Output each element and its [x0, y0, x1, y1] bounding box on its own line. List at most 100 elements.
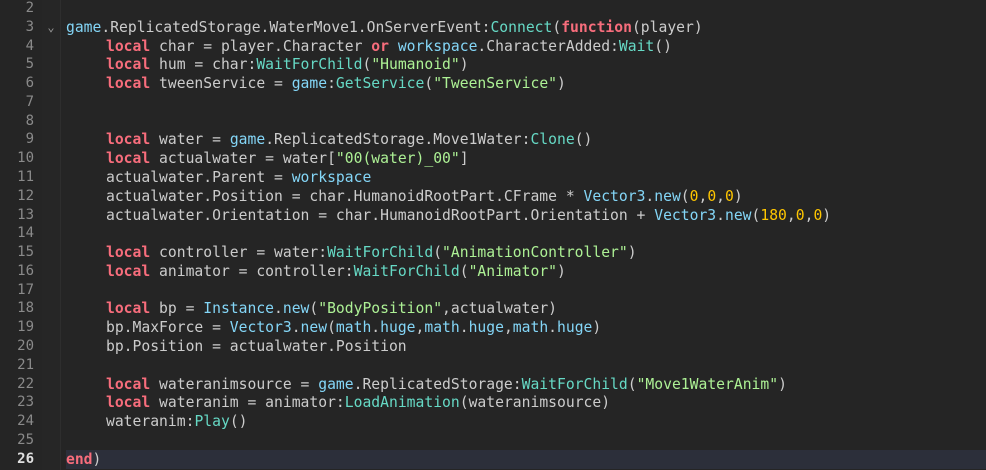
token-string: "AnimationController": [442, 244, 628, 262]
token-keyword: local: [106, 244, 151, 262]
token-text: (: [680, 187, 690, 205]
token-text: .: [274, 300, 283, 318]
token-text: (: [309, 300, 319, 318]
token-keyword: or: [371, 37, 389, 55]
token-method: GetService: [335, 75, 425, 93]
code-line[interactable]: 24 wateranim:Play(): [0, 412, 986, 431]
token-global: game: [291, 75, 328, 93]
line-number: 6: [25, 75, 34, 92]
token-text: bp.MaxForce =: [106, 319, 230, 337]
code-line[interactable]: 19 bp.MaxForce = Vector3.new(math.huge,ma…: [0, 318, 986, 337]
code-text[interactable]: local wateranimsource = game.ReplicatedS…: [66, 375, 986, 394]
token-global: huge: [557, 319, 593, 337]
code-text[interactable]: wateranim:Play(): [66, 412, 986, 431]
code-editor[interactable]: 2 3 ⌄ game.ReplicatedStorage.WaterMove1.OnS…: [0, 0, 986, 470]
token-text: ,actualwater): [442, 300, 558, 318]
token-method: Wait: [618, 37, 655, 55]
code-text[interactable]: game.ReplicatedStorage.WaterMove1.OnServ…: [66, 18, 986, 37]
code-line[interactable]: 7: [0, 93, 986, 112]
code-line[interactable]: 25: [0, 431, 986, 450]
token-keyword: function: [561, 18, 632, 36]
code-text[interactable]: actualwater.Position = char.HumanoidRoot…: [66, 187, 986, 206]
token-global: game: [318, 375, 354, 393]
line-number: 19: [17, 319, 34, 336]
token-text: hum = char:: [150, 56, 257, 74]
token-text: (wateranimsource): [459, 394, 611, 412]
code-line[interactable]: 12 actualwater.Position = char.HumanoidRo…: [0, 187, 986, 206]
line-number: 26: [17, 450, 34, 467]
code-text[interactable]: bp.Position = actualwater.Position: [66, 337, 986, 356]
token-text: :: [327, 75, 336, 93]
token-text: (: [459, 262, 469, 280]
code-text[interactable]: actualwater.Orientation = char.HumanoidR…: [66, 206, 986, 225]
token-text: (: [424, 75, 434, 93]
code-text[interactable]: bp.MaxForce = Vector3.new(math.huge,math…: [66, 318, 986, 337]
token-keyword: local: [106, 131, 151, 149]
line-number: 23: [17, 394, 34, 411]
code-line[interactable]: 8: [0, 112, 986, 131]
line-number: 11: [17, 169, 34, 186]
token-text: bp.Position = actualwater.Position: [106, 338, 407, 356]
code-line[interactable]: 22 local wateranimsource = game.Replicate…: [0, 375, 986, 394]
token-text: (: [552, 18, 562, 36]
code-text[interactable]: local actualwater = water["00(water)_00"…: [66, 149, 986, 168]
token-text: ): [627, 244, 637, 262]
code-line[interactable]: 26 end): [0, 449, 986, 469]
line-number: 8: [25, 112, 34, 129]
token-global: Instance: [203, 300, 275, 318]
token-global: math: [424, 319, 460, 337]
line-number: 5: [25, 56, 34, 73]
code-line[interactable]: 3 ⌄ game.ReplicatedStorage.WaterMove1.OnSe…: [0, 18, 986, 37]
code-text[interactable]: local animator = controller:WaitForChild…: [66, 262, 986, 281]
code-line[interactable]: 18 local bp = Instance.new("BodyPosition"…: [0, 299, 986, 318]
code-line[interactable]: 16 local animator = controller:WaitForChi…: [0, 262, 986, 281]
code-line[interactable]: 6 local tweenService = game:GetService("T…: [0, 74, 986, 93]
code-text[interactable]: local tweenService = game:GetService("Tw…: [66, 74, 986, 93]
token-text: actualwater = water[: [150, 150, 336, 168]
line-number: 18: [17, 300, 34, 317]
code-line[interactable]: 21: [0, 356, 986, 375]
code-line[interactable]: 13 actualwater.Orientation = char.Humanoi…: [0, 206, 986, 225]
token-keyword: local: [106, 262, 151, 280]
token-text: actualwater.Parent =: [106, 169, 292, 187]
code-text[interactable]: local bp = Instance.new("BodyPosition",a…: [66, 299, 986, 318]
token-keyword: end: [66, 450, 93, 468]
code-line[interactable]: 5 local hum = char:WaitForChild("Humanoid…: [0, 55, 986, 74]
token-text: wateranim = animator:: [150, 394, 345, 412]
token-global: huge: [468, 319, 504, 337]
code-line[interactable]: 23 local wateranim = animator:LoadAnimati…: [0, 393, 986, 412]
code-line[interactable]: 9 local water = game.ReplicatedStorage.Mo…: [0, 130, 986, 149]
token-global: new: [282, 300, 310, 318]
line-number: 12: [17, 187, 34, 204]
code-line[interactable]: 14: [0, 224, 986, 243]
token-text: (: [362, 56, 372, 74]
code-text[interactable]: actualwater.Parent = workspace: [66, 168, 986, 187]
line-number: 15: [17, 244, 34, 261]
token-text: .: [371, 319, 381, 337]
token-method: Play: [194, 413, 230, 431]
token-number: 0: [725, 187, 734, 205]
token-text: .ReplicatedStorage.Move1Water:: [265, 131, 531, 149]
token-text: .: [548, 319, 558, 337]
line-number: 25: [17, 431, 34, 448]
code-text[interactable]: local controller = water:WaitForChild("A…: [66, 243, 986, 262]
token-method: WaitForChild: [327, 244, 434, 262]
token-text: wateranim:: [106, 413, 195, 431]
chevron-down-icon[interactable]: ⌄: [44, 18, 58, 37]
token-method: WaitForChild: [521, 375, 628, 393]
code-line[interactable]: 2: [0, 0, 986, 18]
code-text[interactable]: local char = player.Character or workspa…: [66, 37, 986, 56]
code-line[interactable]: 17: [0, 281, 986, 300]
code-text[interactable]: local wateranim = animator:LoadAnimation…: [66, 393, 986, 412]
code-line[interactable]: 10 local actualwater = water["00(water)_0…: [0, 149, 986, 168]
code-line[interactable]: 20 bp.Position = actualwater.Position: [0, 337, 986, 356]
code-line[interactable]: 11 actualwater.Parent = workspace: [0, 168, 986, 187]
token-text: .: [291, 319, 301, 337]
token-method: Connect: [490, 18, 553, 36]
code-line[interactable]: 15 local controller = water:WaitForChild(…: [0, 243, 986, 262]
code-text[interactable]: local water = game.ReplicatedStorage.Mov…: [66, 130, 986, 149]
code-line[interactable]: 4 local char = player.Character or worksp…: [0, 37, 986, 56]
code-text[interactable]: end): [66, 449, 986, 469]
code-text[interactable]: local hum = char:WaitForChild("Humanoid"…: [66, 55, 986, 74]
